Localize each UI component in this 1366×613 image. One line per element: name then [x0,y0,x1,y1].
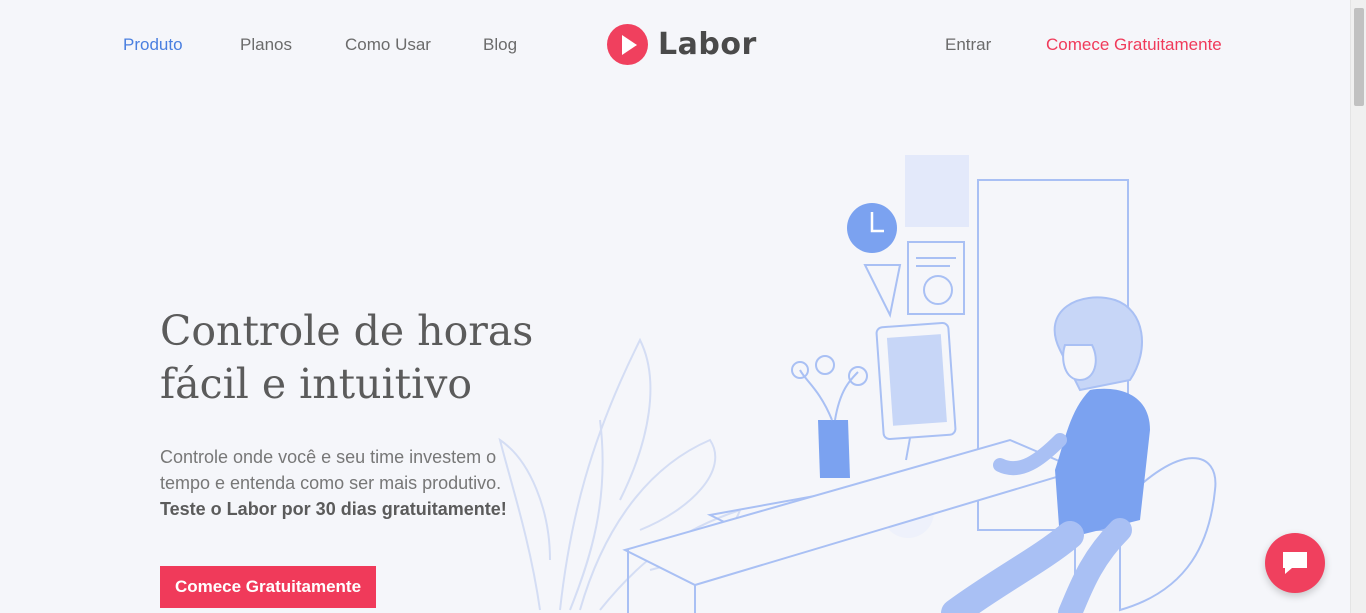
nav-link-produto[interactable]: Produto [123,35,183,55]
nav-link-como-usar[interactable]: Como Usar [345,35,431,55]
hero-illustration [498,155,1217,613]
brand-name: Labor [658,27,757,62]
hero-cta-button[interactable]: Comece Gratuitamente [160,566,376,608]
page-scrollbar[interactable] [1350,0,1366,613]
nav-cta-link[interactable]: Comece Gratuitamente [1046,35,1222,55]
chat-button[interactable] [1265,533,1325,593]
chat-bubble-icon [1283,552,1307,574]
play-circle-icon [607,24,648,65]
login-link[interactable]: Entrar [945,35,991,55]
scrollbar-thumb[interactable] [1354,8,1364,106]
top-navigation: Produto Planos Como Usar Blog Labor Entr… [0,0,1350,90]
brand-logo[interactable]: Labor [607,24,757,65]
nav-link-blog[interactable]: Blog [483,35,517,55]
nav-link-planos[interactable]: Planos [240,35,292,55]
